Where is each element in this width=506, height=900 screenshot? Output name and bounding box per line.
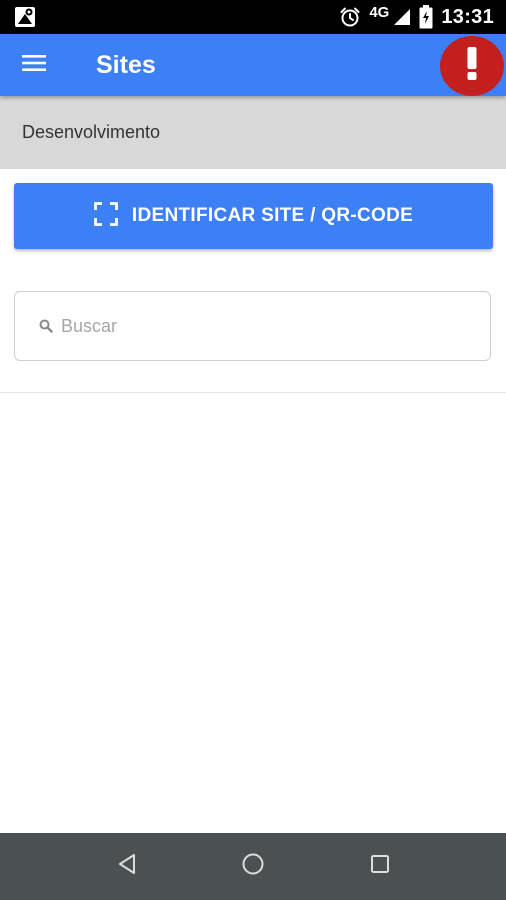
identify-site-qr-label: IDENTIFICAR SITE / QR-CODE [131,205,414,226]
recents-icon [370,854,390,879]
system-navigation-bar [0,833,506,900]
maps-notification-icon [14,6,36,28]
exclamation-icon [466,46,478,86]
identify-site-qr-button[interactable]: IDENTIFICAR SITE / QR-CODE [14,183,493,249]
list-divider [0,392,506,393]
environment-bar: Desenvolvimento [0,96,506,169]
scan-frame-icon [93,201,118,231]
status-icons: 4G 13:31 [339,0,494,34]
back-button[interactable] [97,833,157,900]
search-input[interactable] [61,292,471,360]
hamburger-menu-icon [22,54,46,77]
battery-charging-icon [419,5,433,29]
recents-button[interactable] [350,833,410,900]
search-box[interactable] [14,291,491,361]
alarm-icon [339,6,361,28]
back-icon [117,853,137,880]
network-type-label: 4G [369,3,390,21]
environment-label: Desenvolvimento [22,122,161,142]
home-button[interactable] [223,833,283,900]
app-bar: Sites [0,34,506,96]
status-bar: 4G 13:31 [0,0,506,34]
alert-badge[interactable] [440,36,504,96]
signal-icon [393,8,411,26]
status-time: 13:31 [441,5,494,28]
menu-button[interactable] [18,51,50,79]
home-icon [241,852,265,881]
page-title: Sites [96,51,156,79]
search-icon [39,319,53,338]
